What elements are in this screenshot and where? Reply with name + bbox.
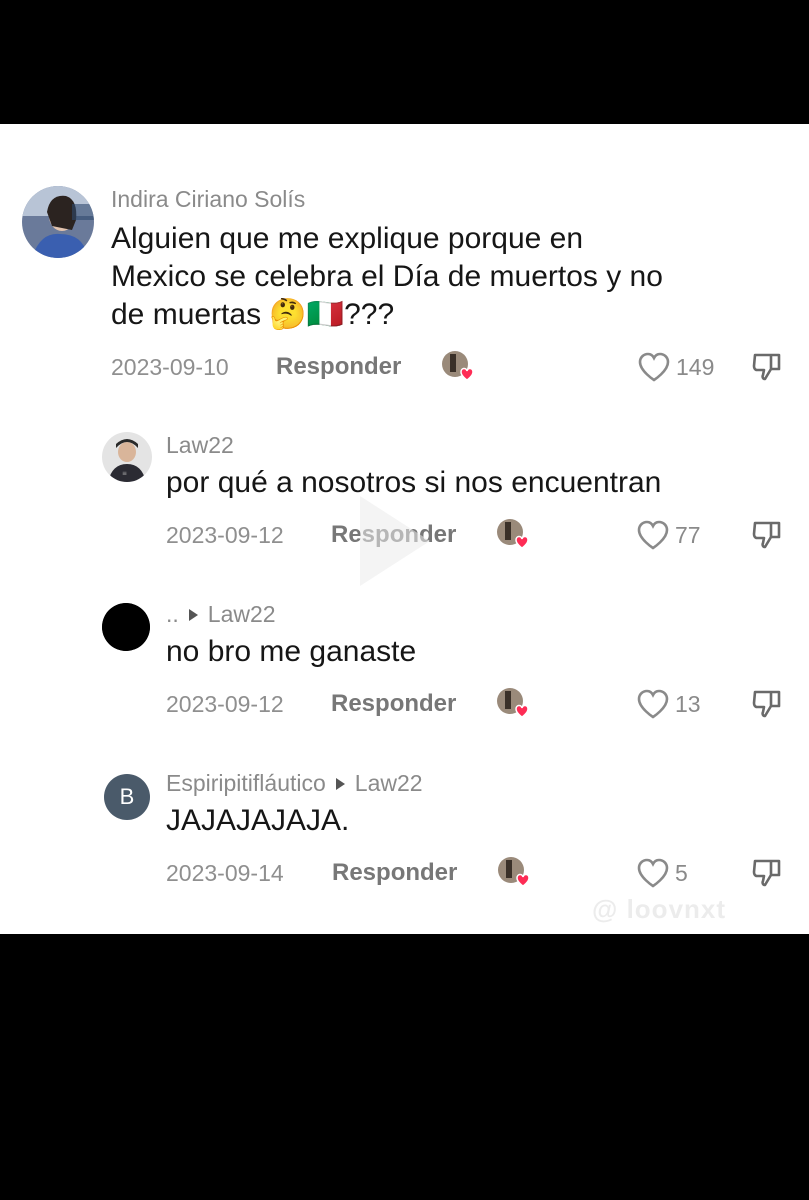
black-circle-icon [102, 603, 150, 651]
reply-button[interactable]: Responder [331, 690, 456, 718]
svg-text:≡: ≡ [122, 470, 127, 477]
thumbs-down-icon [752, 859, 781, 887]
comment-meta: 2023-09-14 Responder 5 [166, 856, 809, 890]
comment-text-line: de muertas 🤔🇮🇹??? [111, 298, 395, 331]
comment-username[interactable]: Espiripitifláutico Law22 [166, 770, 423, 797]
like-button[interactable]: 149 [637, 350, 714, 384]
like-count: 5 [675, 859, 688, 886]
like-count: 77 [675, 521, 701, 548]
comment-date: 2023-09-14 [166, 860, 284, 886]
heart-icon [638, 352, 670, 382]
avatar[interactable] [22, 186, 94, 258]
comment-text-line: Alguien que me explique porque en [111, 222, 584, 255]
comment-text: no bro me ganaste [166, 633, 416, 671]
comments-panel: Indira Ciriano Solís Alguien que me expl… [0, 124, 809, 934]
creator-liked-icon [497, 856, 531, 890]
avatar-photo-icon [22, 186, 94, 258]
reply-to-username[interactable]: Law22 [208, 601, 276, 627]
reply-arrow-icon [188, 609, 198, 622]
comment-username[interactable]: .. Law22 [166, 601, 276, 628]
comment-meta: 2023-09-12 Responder 77 [166, 518, 809, 552]
comment-text-line: Mexico se celebra el Día de muertos y no [111, 260, 663, 293]
comment-username[interactable]: Indira Ciriano Solís [111, 186, 305, 213]
like-count: 13 [675, 690, 701, 717]
creator-liked-icon [496, 518, 530, 552]
avatar[interactable]: ≡ [102, 432, 152, 482]
thumbs-down-icon [752, 521, 781, 549]
comment-meta: 2023-09-10 Responder 149 [111, 350, 809, 384]
comment-meta: 2023-09-12 Responder 13 [166, 687, 809, 721]
thumbs-down-icon [752, 353, 781, 381]
heart-icon [637, 858, 669, 888]
like-count: 149 [676, 353, 715, 380]
reply-arrow-icon [335, 778, 345, 791]
comment-text: Alguien que me explique porque en Mexico… [111, 220, 663, 334]
like-button[interactable]: 77 [636, 518, 701, 552]
dislike-button[interactable] [751, 351, 783, 383]
thumbs-down-icon [752, 690, 781, 718]
comment-date: 2023-09-10 [111, 354, 229, 380]
creator-liked-icon [496, 687, 530, 721]
comment-username[interactable]: Law22 [166, 432, 234, 459]
comment-date: 2023-09-12 [166, 522, 284, 548]
play-icon [360, 496, 430, 586]
avatar-letter: B [119, 784, 135, 809]
like-button[interactable]: 13 [636, 687, 701, 721]
reply-to-username[interactable]: Law22 [355, 770, 423, 796]
creator-liked-icon [441, 350, 475, 384]
dislike-button[interactable] [751, 688, 783, 720]
heart-icon [637, 689, 669, 719]
dislike-button[interactable] [751, 857, 783, 889]
avatar[interactable]: B [104, 774, 150, 820]
reply-button[interactable]: Responder [332, 859, 457, 887]
watermark: @ loovnxt [592, 894, 727, 924]
avatar[interactable] [102, 603, 150, 651]
heart-icon [637, 520, 669, 550]
comment-text-line: JAJAJAJAJA. [166, 804, 350, 837]
avatar-photo-icon: ≡ [102, 432, 152, 482]
comment-date: 2023-09-12 [166, 691, 284, 717]
reply-button[interactable]: Responder [276, 353, 401, 381]
dislike-button[interactable] [751, 519, 783, 551]
like-button[interactable]: 5 [636, 856, 688, 890]
comment-text: JAJAJAJAJA. [166, 802, 349, 840]
comment-text-line: no bro me ganaste [166, 635, 417, 668]
